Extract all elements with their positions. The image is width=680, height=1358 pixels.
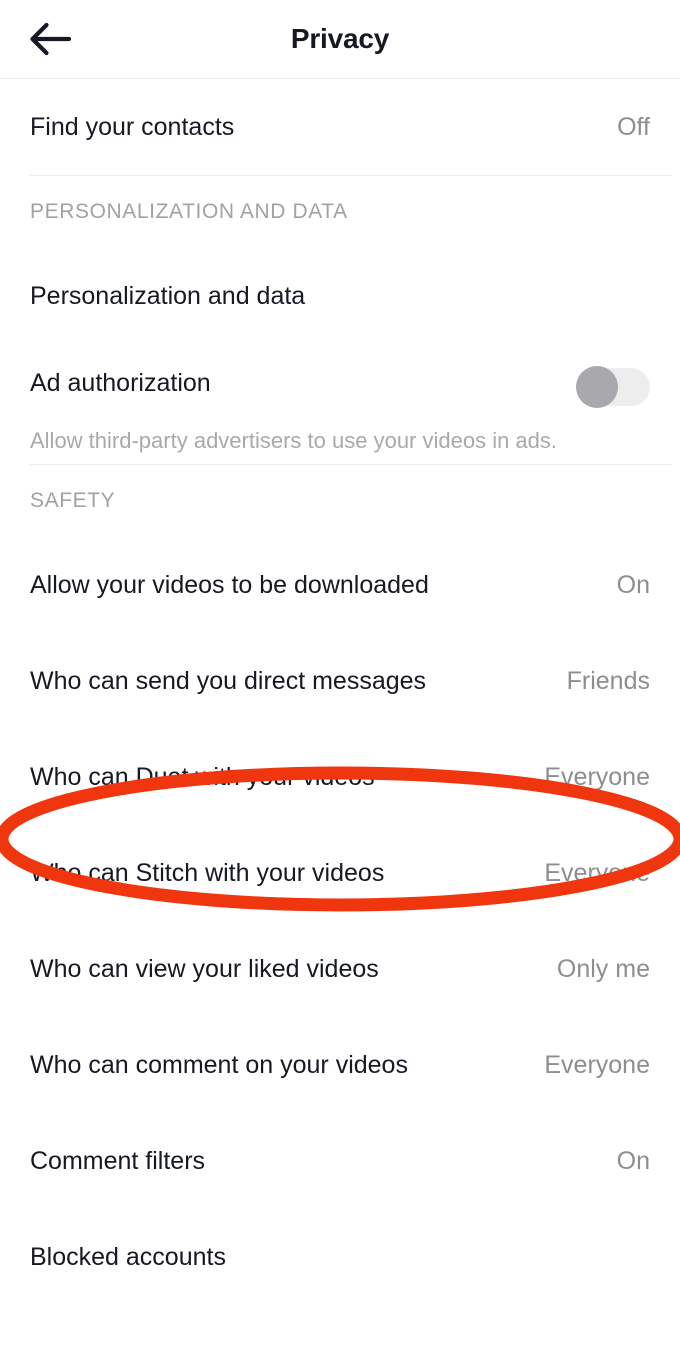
settings-row-who-can-send-direct-messages[interactable]: Who can send you direct messages Friends [0,633,680,729]
row-value: Everyone [544,859,650,887]
row-label: Comment filters [30,1147,206,1175]
row-label: Who can Stitch with your videos [30,859,385,887]
section-header-safety: SAFETY [30,489,116,512]
page-title: Privacy [290,23,390,54]
row-value: Friends [566,667,650,695]
row-label: Who can comment on your videos [30,1051,408,1079]
row-label: Who can Duet with your videos [30,763,375,791]
settings-row-allow-videos-downloaded[interactable]: Allow your videos to be downloaded On [0,537,680,633]
ad-authorization-toggle[interactable] [576,366,650,408]
row-value: On [616,571,650,599]
row-label: Who can send you direct messages [30,667,427,695]
row-value: Off [617,113,650,141]
settings-row-blocked-accounts[interactable]: Blocked accounts [0,1209,680,1305]
row-label: Who can view your liked videos [30,955,379,983]
settings-row-find-your-contacts[interactable]: Find your contacts Off [0,79,680,175]
privacy-settings-screen: Privacy Find your contacts Off PERSONALI… [0,0,680,1358]
row-subtitle: Allow third-party advertisers to use you… [30,428,558,454]
section-header-personalization-and-data: PERSONALIZATION AND DATA [30,200,348,223]
settings-list: Find your contacts Off PERSONALIZATION A… [0,79,680,1305]
settings-row-who-can-stitch[interactable]: Who can Stitch with your videos Everyone [0,825,680,921]
row-value: Everyone [544,1051,650,1079]
settings-row-who-can-duet[interactable]: Who can Duet with your videos Everyone [0,729,680,825]
row-label: Personalization and data [30,282,306,310]
toggle-knob [576,366,618,408]
settings-row-ad-authorization[interactable]: Ad authorization Allow third-party adver… [0,344,680,464]
settings-row-who-can-comment[interactable]: Who can comment on your videos Everyone [0,1017,680,1113]
row-value: Everyone [544,763,650,791]
app-header: Privacy [0,0,680,79]
row-label: Blocked accounts [30,1243,226,1271]
row-label: Find your contacts [30,113,235,141]
settings-row-who-can-view-liked-videos[interactable]: Who can view your liked videos Only me [0,921,680,1017]
settings-row-personalization-and-data[interactable]: Personalization and data [0,248,680,344]
row-label: Allow your videos to be downloaded [30,571,429,599]
row-value: Only me [556,955,650,983]
row-value: On [616,1147,650,1175]
row-label: Ad authorization [30,369,211,397]
settings-row-comment-filters[interactable]: Comment filters On [0,1113,680,1209]
